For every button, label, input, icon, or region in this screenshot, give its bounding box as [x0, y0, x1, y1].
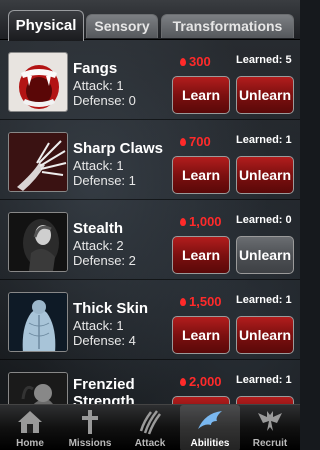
ability-learned-count: Learned: 1	[236, 294, 292, 306]
ability-name: Frenzied Strength	[73, 376, 135, 404]
ability-learned-count: Learned: 0	[236, 214, 292, 226]
sharp-claws-image	[8, 132, 68, 192]
learn-button[interactable]	[172, 396, 230, 404]
ability-cost-value: 700	[189, 134, 211, 149]
ability-cost: 300	[180, 54, 235, 69]
tabbar-home[interactable]: Home	[0, 405, 60, 450]
ability-row-sharp-claws: Sharp Claws Attack: 1 Defense: 1 700 Lea…	[0, 120, 300, 200]
tabbar-label: Recruit	[252, 438, 288, 449]
tabbar-label: Missions	[68, 438, 112, 449]
ability-cost-value: 300	[189, 54, 211, 69]
ability-defense: Defense: 1	[73, 173, 136, 188]
ability-cost: 700	[180, 134, 235, 149]
ability-defense: Defense: 4	[73, 333, 136, 348]
blood-drop-icon	[180, 218, 186, 226]
unlearn-button[interactable]: Unlearn	[236, 316, 294, 354]
category-tabs: Physical Sensory Transformations	[0, 0, 300, 41]
ability-row-stealth: Stealth Attack: 2 Defense: 2 1,000 Learn…	[0, 200, 300, 280]
blood-drop-icon	[180, 58, 186, 66]
tabbar-label: Home	[16, 438, 44, 449]
unlearn-button-disabled: Unlearn	[236, 236, 294, 274]
ability-learned-count: Learned: 1	[236, 374, 292, 386]
learn-button[interactable]: Learn	[172, 236, 230, 274]
learn-button[interactable]: Learn	[172, 76, 230, 114]
unlearn-button[interactable]: Unlearn	[236, 76, 294, 114]
stealth-image	[8, 212, 68, 272]
ability-name: Sharp Claws	[73, 140, 164, 157]
unlearn-button[interactable]	[236, 396, 294, 404]
tabbar-attack[interactable]: Attack	[120, 405, 180, 450]
claw-marks-icon	[139, 410, 161, 435]
ability-attack: Attack: 2	[73, 238, 124, 253]
unlearn-button[interactable]: Unlearn	[236, 156, 294, 194]
blood-drop-icon	[180, 298, 186, 306]
ability-cost: 1,500	[180, 294, 235, 309]
ability-attack: Attack: 1	[73, 158, 124, 173]
tabbar-missions[interactable]: Missions	[60, 405, 120, 450]
ability-defense: Defense: 0	[73, 93, 136, 108]
ability-row-frenzied-strength: Frenzied Strength 2,000 Learned: 1	[0, 360, 300, 404]
frenzied-strength-image	[8, 372, 68, 404]
tabbar-abilities[interactable]: Abilities	[180, 405, 240, 450]
ability-cost: 1,000	[180, 214, 235, 229]
bat-wing-icon	[198, 411, 222, 429]
ability-cost-value: 1,000	[189, 214, 222, 229]
tabbar-label: Attack	[134, 438, 166, 449]
ability-learned-count: Learned: 1	[236, 134, 292, 146]
house-icon	[18, 411, 42, 433]
ability-row-thick-skin: Thick Skin Attack: 1 Defense: 4 1,500 Le…	[0, 280, 300, 360]
blood-drop-icon	[180, 378, 186, 386]
ability-cost: 2,000	[180, 374, 235, 389]
tabbar-label: Abilities	[190, 438, 230, 449]
app-screen: Physical Sensory Transformations Fangs A…	[0, 0, 300, 450]
tab-physical[interactable]: Physical	[8, 10, 84, 41]
bottom-tab-bar: Home Missions Attack Abilities Recruit	[0, 404, 300, 450]
blood-drop-icon	[180, 138, 186, 146]
tab-sensory[interactable]: Sensory	[86, 14, 158, 38]
ability-attack: Attack: 1	[73, 78, 124, 93]
ability-attack: Attack: 1	[73, 318, 124, 333]
learn-button[interactable]: Learn	[172, 156, 230, 194]
learn-button[interactable]: Learn	[172, 316, 230, 354]
tabbar-recruit[interactable]: Recruit	[240, 405, 300, 450]
ability-cost-value: 1,500	[189, 294, 222, 309]
ability-row-fangs: Fangs Attack: 1 Defense: 0 300 Learned: …	[0, 40, 300, 120]
fangs-image	[8, 52, 68, 112]
bat-figure-icon	[258, 411, 282, 431]
thick-skin-image	[8, 292, 68, 352]
ability-list[interactable]: Fangs Attack: 1 Defense: 0 300 Learned: …	[0, 40, 300, 404]
cross-icon	[82, 410, 98, 434]
tab-transformations[interactable]: Transformations	[161, 14, 294, 38]
ability-name: Fangs	[73, 60, 118, 77]
ability-defense: Defense: 2	[73, 253, 136, 268]
ability-name: Stealth	[73, 220, 124, 237]
ability-learned-count: Learned: 5	[236, 54, 292, 66]
ability-name: Thick Skin	[73, 300, 149, 317]
ability-cost-value: 2,000	[189, 374, 222, 389]
